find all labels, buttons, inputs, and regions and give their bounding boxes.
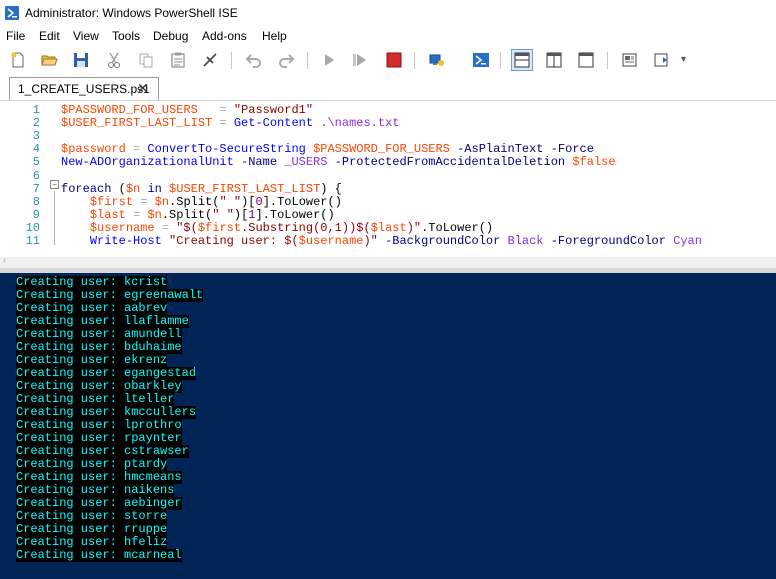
line-number: 9 [32,207,40,222]
toolbar: ▾ [0,46,776,74]
stop-icon[interactable] [383,49,405,71]
fold-toggle-icon[interactable]: − [50,180,59,189]
menu-view[interactable]: View [73,29,99,43]
close-icon[interactable]: ✕ [137,80,149,97]
show-script-pane-right-icon[interactable] [543,49,565,71]
save-icon[interactable] [70,49,92,71]
clear-icon[interactable] [199,49,221,71]
run-selection-icon[interactable] [350,49,372,71]
code-line: $USER_FIRST_LAST_LIST = Get-Content .\na… [61,116,400,131]
code-line: $last = $n.Split(" ")[1].ToLower() [89,207,335,222]
menu-debug[interactable]: Debug [153,29,188,43]
show-script-pane-top-icon[interactable] [511,49,533,71]
show-script-pane-maximized-icon[interactable] [575,49,597,71]
code-line: Write-Host "Creating user: $($username)"… [89,234,702,248]
console-output-line: Creating user: mcarneal [16,548,182,562]
line-number: 10 [25,220,40,235]
script-editor[interactable]: − 1 $PASSWORD_FOR_USERS = "Password1" 2 $US… [0,101,776,257]
redo-icon[interactable] [275,49,297,71]
scroll-left-icon[interactable]: ‹ [3,255,6,266]
toolbar-overflow-icon[interactable]: ▾ [681,54,686,65]
code-line: New-ADOrganizationalUnit -Name _USERS -P… [61,155,616,170]
powershell-console-icon[interactable] [470,49,492,71]
code-line: foreach ($n in $USER_FIRST_LAST_LIST) { [61,181,342,196]
menu-tools[interactable]: Tools [112,29,140,43]
window-title: Administrator: Windows PowerShell ISE [25,6,238,20]
paste-icon[interactable] [167,49,189,71]
code-line: $PASSWORD_FOR_USERS = "Password1" [61,103,314,117]
undo-icon[interactable] [243,49,265,71]
code-line: $username = "$($first.Substring(0,1))$($… [89,220,494,235]
powershell-ise-app-icon [5,6,19,20]
line-number: 5 [32,155,40,170]
menu-file[interactable]: File [6,29,25,43]
menu-add-ons[interactable]: Add-ons [202,29,247,43]
new-file-icon[interactable] [7,49,29,71]
fold-guide [54,191,55,245]
remote-powershell-icon[interactable] [425,49,447,71]
show-command-addon-icon[interactable] [651,49,673,71]
script-tab-strip: 1_CREATE_USERS.ps1 ✕ [0,74,776,101]
open-file-icon[interactable] [38,49,60,71]
console-pane[interactable]: Creating user: kcrist Creating user: egre… [0,273,776,579]
cut-icon[interactable] [103,49,125,71]
menu-bar: File Edit View Tools Debug Add-ons Help [0,27,776,46]
editor-horizontal-scrollbar[interactable]: ‹ [0,255,776,268]
code-line: $password = ConvertTo-SecureString $PASS… [61,142,594,157]
menu-edit[interactable]: Edit [39,29,60,43]
line-number: 6 [32,168,40,183]
title-bar: Administrator: Windows PowerShell ISE [0,0,776,27]
line-number: 11 [25,234,40,248]
code-line: $first = $n.Split(" ")[0].ToLower() [89,194,342,209]
tab-script[interactable]: 1_CREATE_USERS.ps1 ✕ [9,77,159,100]
run-script-icon[interactable] [318,49,340,71]
line-number: 7 [32,181,40,196]
line-number: 4 [32,142,40,157]
line-number: 8 [32,194,40,209]
line-number: 3 [32,129,40,144]
line-number: 2 [32,116,40,131]
menu-help[interactable]: Help [262,29,287,43]
show-command-window-icon[interactable] [619,49,641,71]
copy-icon[interactable] [135,49,157,71]
line-number: 1 [32,103,40,117]
tab-label: 1_CREATE_USERS.ps1 [18,82,150,96]
